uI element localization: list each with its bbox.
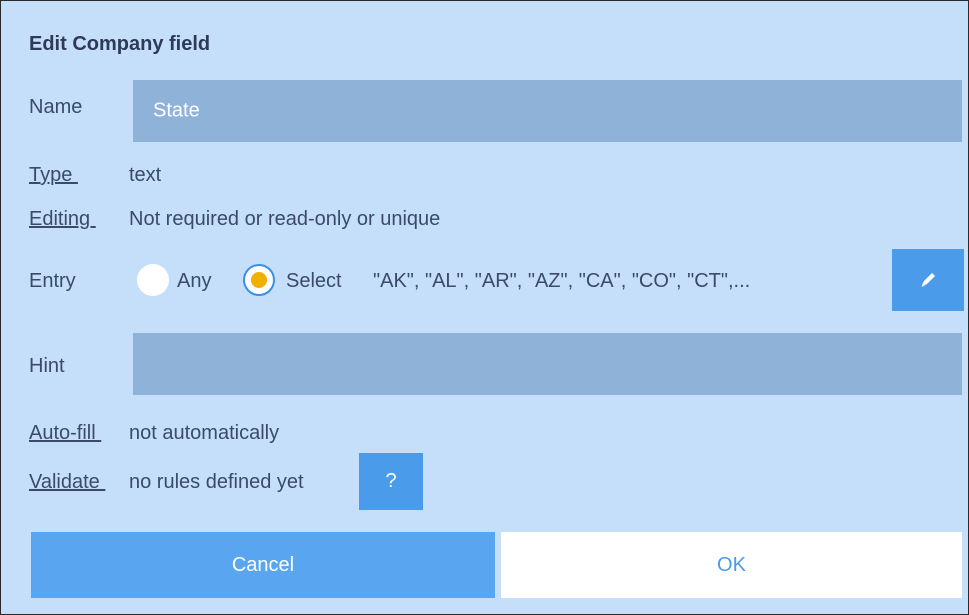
ok-button[interactable]: OK: [501, 532, 962, 598]
entry-select-radio[interactable]: [243, 264, 275, 296]
autofill-link[interactable]: Auto-fill: [29, 422, 101, 445]
cancel-button[interactable]: Cancel: [31, 532, 495, 598]
dialog-title: Edit Company field: [29, 33, 211, 55]
edit-values-button[interactable]: [892, 249, 964, 311]
validate-help-button[interactable]: ?: [359, 453, 423, 510]
entry-any-label[interactable]: Any: [177, 270, 211, 293]
type-value: text: [129, 164, 162, 186]
editing-value: Not required or read-only or unique: [129, 208, 441, 230]
radio-selected-dot: [251, 272, 267, 288]
hint-label: Hint: [29, 355, 65, 377]
name-input-value: State: [153, 99, 200, 122]
edit-field-dialog: Edit Company field Name State Type text …: [0, 0, 969, 615]
name-input[interactable]: State: [133, 80, 962, 142]
validate-value: no rules defined yet: [129, 471, 304, 493]
pencil-icon: [921, 273, 935, 287]
editing-link[interactable]: Editing: [29, 208, 96, 231]
type-link[interactable]: Type: [29, 164, 78, 187]
hint-input[interactable]: [133, 333, 962, 395]
validate-link[interactable]: Validate: [29, 471, 105, 494]
autofill-value: not automatically: [129, 422, 280, 444]
name-label: Name: [29, 96, 83, 118]
entry-select-label[interactable]: Select: [286, 270, 342, 293]
entry-any-radio[interactable]: [137, 264, 169, 296]
entry-label: Entry: [29, 270, 76, 292]
entry-select-values: "AK", "AL", "AR", "AZ", "CA", "CO", "CT"…: [373, 270, 751, 292]
